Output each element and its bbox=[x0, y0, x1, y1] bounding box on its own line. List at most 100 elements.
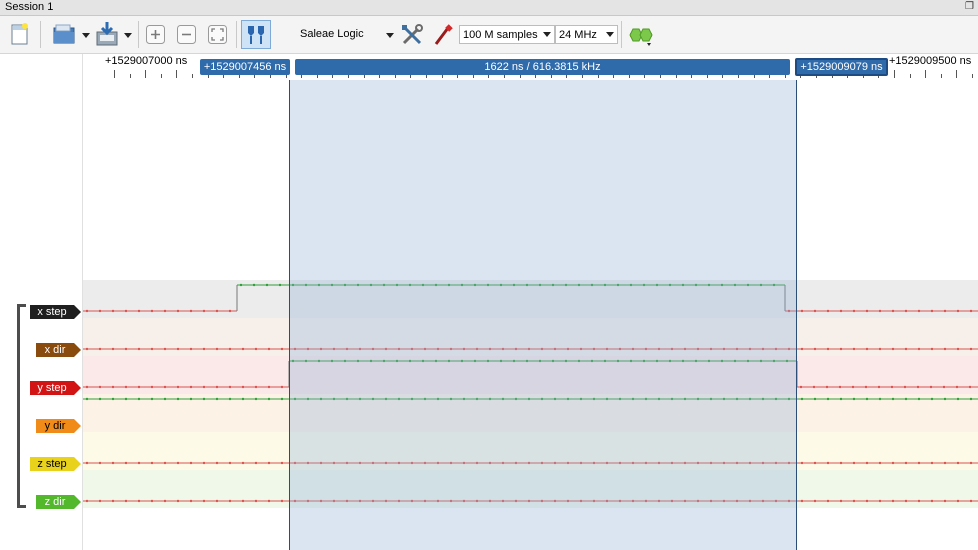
channel-name: x dir bbox=[36, 343, 74, 357]
sample-dot bbox=[969, 461, 973, 465]
sample-dot bbox=[929, 385, 933, 389]
sample-dot bbox=[968, 385, 972, 389]
sample-dot bbox=[124, 309, 128, 313]
sample-dot bbox=[189, 461, 193, 465]
sample-dot bbox=[176, 461, 180, 465]
sample-dot bbox=[267, 461, 271, 465]
channel-label-z-dir[interactable]: z dir bbox=[36, 495, 81, 509]
sample-dot bbox=[917, 347, 921, 351]
sample-dot bbox=[917, 397, 921, 401]
sample-dot bbox=[943, 461, 947, 465]
sample-dot bbox=[85, 347, 89, 351]
sample-dot bbox=[202, 309, 206, 313]
sample-dot bbox=[839, 461, 843, 465]
sample-dot bbox=[904, 461, 908, 465]
channel-label-x-dir[interactable]: x dir bbox=[36, 343, 81, 357]
sample-dot bbox=[904, 309, 908, 313]
sample-dot bbox=[215, 461, 219, 465]
sample-dot bbox=[916, 385, 920, 389]
sample-dot bbox=[877, 385, 881, 389]
sample-dot bbox=[150, 347, 154, 351]
sample-dot bbox=[838, 385, 842, 389]
sample-dot bbox=[904, 397, 908, 401]
sample-dot bbox=[280, 461, 284, 465]
sample-dot bbox=[111, 309, 115, 313]
sample-dot bbox=[826, 309, 830, 313]
sample-dot bbox=[839, 499, 843, 503]
sample-dot bbox=[943, 309, 947, 313]
channel-group-bracket[interactable] bbox=[17, 304, 26, 508]
sample-dot bbox=[878, 347, 882, 351]
sample-dot bbox=[215, 499, 219, 503]
sample-dot bbox=[150, 397, 154, 401]
sample-dot bbox=[839, 397, 843, 401]
sample-dot bbox=[228, 461, 232, 465]
sample-dot bbox=[215, 309, 219, 313]
sample-dot bbox=[969, 309, 973, 313]
sample-dot bbox=[800, 461, 804, 465]
sample-dot bbox=[176, 347, 180, 351]
sample-dot bbox=[267, 499, 271, 503]
sample-dot bbox=[267, 397, 271, 401]
sample-dot bbox=[904, 499, 908, 503]
sample-dot bbox=[98, 397, 102, 401]
sample-dot bbox=[241, 397, 245, 401]
sample-dot bbox=[111, 397, 115, 401]
sample-dot bbox=[839, 347, 843, 351]
sample-dot bbox=[799, 385, 803, 389]
sample-dot bbox=[852, 397, 856, 401]
channel-label-y-step[interactable]: y step bbox=[30, 381, 81, 395]
channel-name: y step bbox=[30, 381, 74, 395]
sample-dot bbox=[137, 347, 141, 351]
sample-dot bbox=[878, 397, 882, 401]
sample-dot bbox=[228, 397, 232, 401]
channel-label-x-step[interactable]: x step bbox=[30, 305, 81, 319]
sample-dot bbox=[124, 385, 128, 389]
channel-label-y-dir[interactable]: y dir bbox=[36, 419, 81, 433]
sample-dot bbox=[137, 461, 141, 465]
sample-dot bbox=[215, 385, 219, 389]
channel-label-tip bbox=[74, 305, 81, 319]
sample-dot bbox=[124, 347, 128, 351]
sample-dot bbox=[189, 397, 193, 401]
sample-dot bbox=[202, 499, 206, 503]
sample-dot bbox=[85, 499, 89, 503]
sample-dot bbox=[917, 461, 921, 465]
sample-dot bbox=[228, 499, 232, 503]
sample-dot bbox=[891, 309, 895, 313]
sample-dot bbox=[930, 347, 934, 351]
sample-dot bbox=[865, 309, 869, 313]
sample-dot bbox=[800, 397, 804, 401]
sample-dot bbox=[85, 397, 89, 401]
sample-dot bbox=[280, 347, 284, 351]
sample-dot bbox=[943, 397, 947, 401]
sample-dot bbox=[878, 309, 882, 313]
sample-dot bbox=[930, 499, 934, 503]
sample-dot bbox=[943, 347, 947, 351]
sample-dot bbox=[865, 397, 869, 401]
channel-label-tip bbox=[74, 457, 81, 471]
sample-dot bbox=[98, 499, 102, 503]
sample-dot bbox=[826, 347, 830, 351]
sample-dot bbox=[825, 385, 829, 389]
channel-label-z-step[interactable]: z step bbox=[30, 457, 81, 471]
sample-dot bbox=[280, 499, 284, 503]
sample-dot bbox=[890, 385, 894, 389]
sample-dot bbox=[85, 461, 89, 465]
timing-selection[interactable] bbox=[289, 80, 797, 550]
sample-dot bbox=[150, 385, 154, 389]
channel-label-tip bbox=[74, 495, 81, 509]
sample-dot bbox=[956, 397, 960, 401]
sample-dot bbox=[917, 499, 921, 503]
channel-name: z dir bbox=[36, 495, 74, 509]
sample-dot bbox=[241, 461, 245, 465]
sample-dot bbox=[241, 499, 245, 503]
sample-dot bbox=[930, 461, 934, 465]
sample-dot bbox=[878, 499, 882, 503]
sample-dot bbox=[852, 309, 856, 313]
sample-dot bbox=[956, 309, 960, 313]
sample-dot bbox=[137, 397, 141, 401]
sample-dot bbox=[85, 385, 89, 389]
sample-dot bbox=[137, 385, 141, 389]
sample-dot bbox=[865, 461, 869, 465]
